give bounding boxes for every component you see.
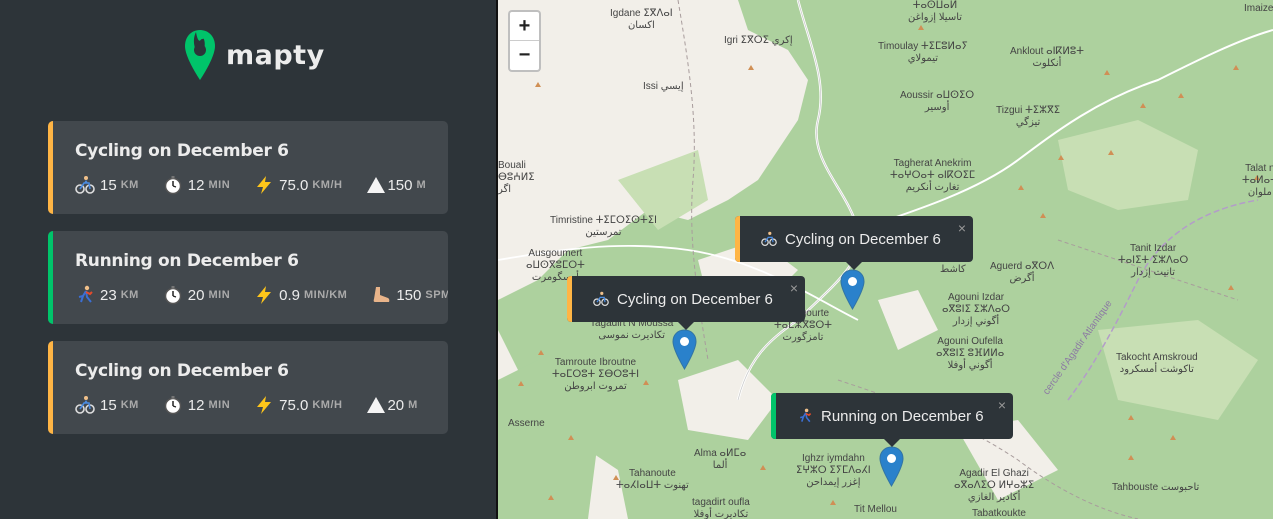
map-place-label: Tamroute Ibroutne ⵜⴰⵎⵔⵓⵜ ⵉⴱⵔⵓⵜⵏ تمروت ابرو… [552, 357, 640, 392]
workout-pace: 0.9 MIN/KM [254, 285, 347, 305]
workout-popup[interactable]: Cycling on December 6 × [567, 276, 805, 330]
cyclist-icon [593, 291, 609, 307]
workout-item[interactable]: Cycling on December 6 15 KM 12 MIN 75.0 KM/… [48, 341, 448, 434]
workout-details: 15 KM 12 MIN 75.0 KM/H 20 M [75, 395, 442, 415]
map-place-label: Agouni Izdar ⴰⴳⵓⵏⵉ ⵉⵣⴷⴰⵔ أگوني إزدار [942, 292, 1011, 327]
workout-duration: 12 MIN [163, 175, 230, 195]
map-place-label: Tanit Izdar ⵜⴰⵏⵉⵜ ⵉⵣⴷⴰⵔ تانيت إزدار [1118, 243, 1189, 278]
workout-item[interactable]: Cycling on December 6 15 KM 12 MIN 75.0 KM/… [48, 121, 448, 214]
map-place-label: Takocht Amskroud تاكوشت أمسكرود [1116, 352, 1198, 375]
map-place-label: Alma ⴰⵍⵎⴰ ألما [694, 448, 747, 471]
workout-type-stripe [48, 341, 53, 434]
workout-distance: 15 KM [75, 175, 139, 195]
sidebar: mapty Cycling on December 6 15 KM 12 MIN 7… [0, 0, 496, 519]
map-place-label: Agouni Oufella ⴰⴳⵓⵏⵉ ⵓⴼⵍⵍⴰ أگوني أوفلا [936, 336, 1005, 371]
app-logo: mapty [184, 28, 325, 82]
workout-title: Cycling on December 6 [75, 361, 289, 381]
app-name: mapty [226, 39, 325, 71]
workout-popup[interactable]: Cycling on December 6 × [735, 216, 973, 270]
workout-title: Cycling on December 6 [75, 141, 289, 161]
workout-elevation: 20 M [366, 395, 417, 415]
map-place-label: Imaize [1244, 3, 1273, 14]
popup-label: Running on December 6 [821, 407, 984, 425]
popup-type-stripe [735, 216, 740, 262]
workout-type-stripe [48, 231, 53, 324]
workout-title: Running on December 6 [75, 251, 299, 271]
workout-distance: 15 KM [75, 395, 139, 415]
workout-speed: 75.0 KM/H [254, 175, 342, 195]
stopwatch-icon [164, 286, 182, 305]
map-place-label: tagadirt oufla تكاديرت أوفلا [692, 497, 750, 519]
workout-details: 23 KM 20 MIN 0.9 MIN/KM 150 SPM [75, 285, 448, 305]
map-place-label: Aguerd ⴰⴳⵔⴷ أگرض [990, 261, 1055, 284]
map-place-label: Talat nⵜⴰⵍⴰⵜملوان [1242, 163, 1273, 198]
map-place-label: Igdane ⵉⴳⴷⴰⵏ اكسان [610, 8, 673, 31]
workout-speed: 75.0 KM/H [254, 395, 342, 415]
map-place-label: Asserne [508, 418, 545, 429]
map-place-label: Timristine ⵜⵉⵎⵔⵉⵙⵜⵉⵏ تمرستين [550, 215, 657, 238]
popup-close-button[interactable]: × [958, 220, 966, 236]
workout-popup[interactable]: Running on December 6 × [771, 393, 1013, 447]
lightning-icon [257, 176, 272, 194]
popup-type-stripe [567, 276, 572, 322]
workout-item[interactable]: Running on December 6 23 KM 20 MIN 0.9 MIN/… [48, 231, 448, 324]
map-marker-icon[interactable] [879, 446, 904, 487]
map-place-label: Anklout ⴰⵏⴽⵍⵓⵜ أنكلوت [1010, 46, 1084, 69]
workout-distance: 23 KM [75, 285, 139, 305]
map-place-label: Agadir El Ghazi ⴰⴳⴰⴷⵉⵔ ⵍⵖⴰⵣⵉ أكادير الغازي [954, 468, 1035, 503]
map-place-label: Timoulay ⵜⵉⵎⵓⵍⴰⵢ تيمولاي [878, 41, 968, 64]
zoom-control: + − [508, 10, 541, 72]
popup-label: Cycling on December 6 [617, 290, 773, 308]
stopwatch-icon [164, 176, 182, 195]
map-place-label: Tabatkoukte [972, 508, 1026, 519]
popup-close-button[interactable]: × [790, 280, 798, 296]
mountain-icon [367, 177, 386, 193]
popup-tip [845, 261, 863, 270]
map-place-label: كاشط [940, 264, 966, 275]
mountain-icon [367, 397, 386, 413]
map-pin-logo-icon [185, 30, 215, 80]
lightning-icon [257, 396, 272, 414]
popup-tip [883, 438, 901, 447]
map-place-label: Tizgui ⵜⵉⵣⴳⵉ تيزگي [996, 105, 1061, 128]
map-marker-icon[interactable] [840, 269, 865, 310]
foot-icon [374, 287, 390, 302]
cyclist-icon [75, 176, 95, 194]
runner-icon [800, 408, 812, 423]
stopwatch-icon [164, 396, 182, 415]
zoom-in-button[interactable]: + [510, 12, 539, 41]
popup-label: Cycling on December 6 [785, 230, 941, 248]
workout-type-stripe [48, 121, 53, 214]
lightning-icon [257, 286, 272, 304]
workout-details: 15 KM 12 MIN 75.0 KM/H 150 M [75, 175, 448, 195]
popup-tip [677, 321, 695, 330]
runner-icon [78, 285, 93, 303]
map-place-label: ⵜⴰⵙⵡⴰⵍ تاسيلا إزواغن [908, 0, 963, 23]
map-place-label: Aoussir ⴰⵡⵙⵉⵔ أوسير [900, 90, 975, 113]
map-place-label: Bouali ⴱⵓⵄⵍⵉ اگر [498, 160, 535, 195]
workout-duration: 20 MIN [163, 285, 230, 305]
popup-close-button[interactable]: × [998, 397, 1006, 413]
map-place-label: Tahanoute ⵜⴰⵃⵏⴰⵡⵜ تهنوت [616, 468, 689, 491]
workout-duration: 12 MIN [163, 395, 230, 415]
cyclist-icon [75, 396, 95, 414]
map-place-label: Igri ⵉⴳⵔⵉ إكري [724, 35, 793, 46]
map-place-label: Tagherat Anekrim ⵜⴰⵖⵔⴰⵜ ⴰⵏⴽⵔⵉⵎ تغارت أنكري… [890, 158, 976, 193]
map-place-label: Tit Mellou [854, 504, 897, 515]
map-place-label: Tahbouste تاحبوست [1112, 482, 1200, 493]
workout-cadence: 150 SPM [371, 285, 448, 305]
cyclist-icon [761, 231, 777, 247]
zoom-out-button[interactable]: − [510, 41, 539, 70]
map-place-label: Ighzr iymdahn ⵉⵖⵣⵔ ⵉⵢⵎⴷⴰⵃⵏ إغزر إيمداحن [796, 453, 871, 488]
popup-type-stripe [771, 393, 776, 439]
map-place-label: Issi إيسي [643, 81, 684, 92]
workout-elevation: 150 M [366, 175, 426, 195]
map[interactable]: Igdane ⵉⴳⴷⴰⵏ اكسان Igri ⵉⴳⵔⵉ إكري Issi إي… [498, 0, 1273, 519]
map-marker-icon[interactable] [672, 329, 697, 370]
